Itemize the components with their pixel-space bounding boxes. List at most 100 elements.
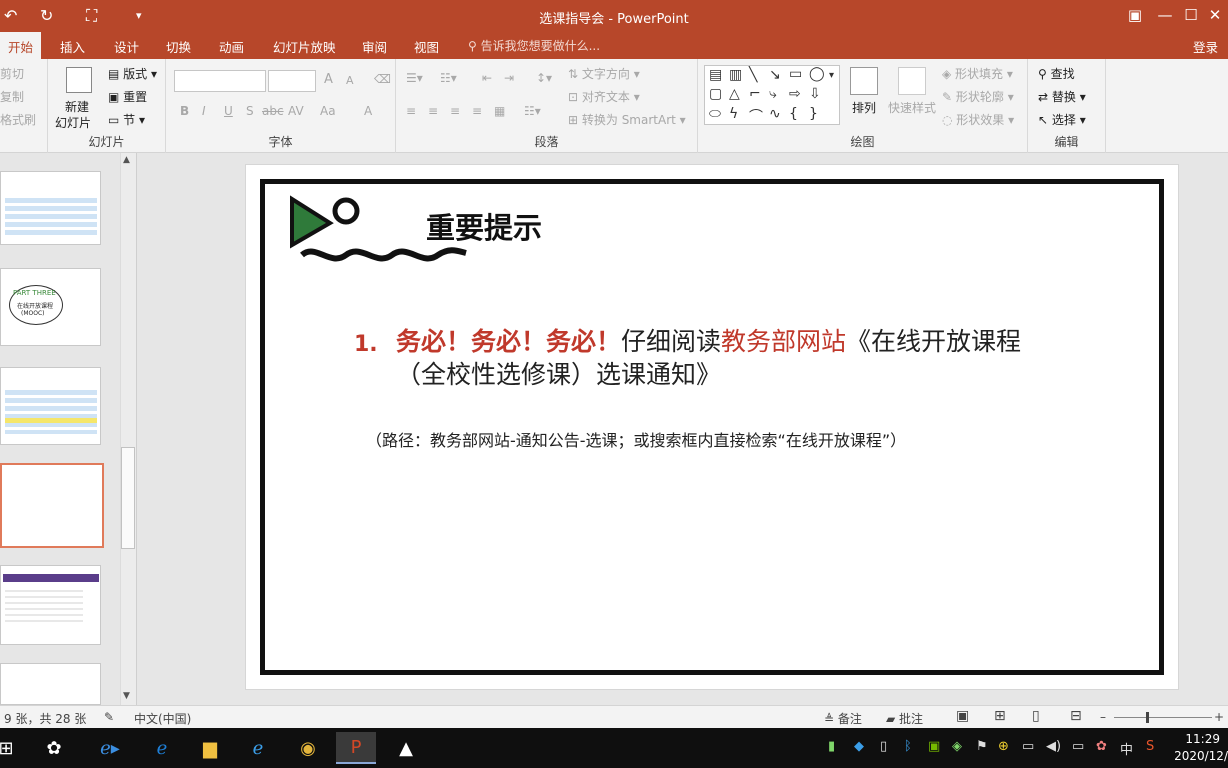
tab-review[interactable]: 审阅 bbox=[362, 37, 387, 56]
gallery-more-icon[interactable]: ▾ bbox=[829, 70, 834, 81]
numbering-icon[interactable]: ☷▾ bbox=[440, 71, 457, 85]
bullets-icon[interactable]: ☰▾ bbox=[406, 71, 423, 85]
quick-styles-icon[interactable] bbox=[898, 67, 926, 95]
section-button[interactable]: ▭ 节 ▾ bbox=[108, 111, 145, 128]
bluetooth-icon[interactable]: ᛒ bbox=[904, 739, 912, 754]
new-slide-icon[interactable] bbox=[66, 67, 92, 93]
plus-tray-icon[interactable]: ⊕ bbox=[998, 739, 1009, 754]
scroll-up-icon[interactable]: ▲ bbox=[123, 155, 130, 165]
shape-fill-button[interactable]: ◈ 形状填充 ▾ bbox=[942, 65, 1013, 82]
strikethrough-button[interactable]: abc bbox=[262, 104, 284, 118]
slide-thumbnail[interactable] bbox=[0, 565, 101, 645]
textbox-shape-icon[interactable]: ▤ bbox=[709, 67, 722, 83]
tab-animations[interactable]: 动画 bbox=[219, 37, 244, 56]
tab-transitions[interactable]: 切换 bbox=[166, 37, 191, 56]
change-case-button[interactable]: Aa bbox=[320, 104, 336, 118]
grow-font-button[interactable]: A bbox=[324, 72, 333, 87]
increase-indent-icon[interactable]: ⇥ bbox=[504, 71, 514, 85]
format-painter-button[interactable]: 格式刷 bbox=[0, 111, 36, 128]
right-arrow-shape-icon[interactable]: ⇨ bbox=[789, 86, 801, 102]
vertical-textbox-shape-icon[interactable]: ▥ bbox=[729, 67, 742, 83]
lightning-shape-icon[interactable]: ϟ bbox=[729, 106, 738, 122]
new-slide-label[interactable]: 新建 bbox=[65, 98, 89, 115]
curve-shape-icon[interactable]: ∿ bbox=[769, 106, 781, 122]
slide-thumbnail[interactable] bbox=[0, 171, 101, 245]
shield-tray-icon[interactable]: ◈ bbox=[952, 739, 962, 754]
flag-tray-icon[interactable]: ⚑ bbox=[976, 739, 988, 754]
convert-smartart-button[interactable]: ⊞ 转换为 SmartArt ▾ bbox=[568, 111, 686, 128]
battery-tray-icon[interactable]: ▮ bbox=[828, 739, 835, 754]
rectangle-shape-icon[interactable]: ▭ bbox=[789, 66, 802, 82]
thumbnail-scrollbar[interactable] bbox=[120, 153, 136, 705]
left-brace-icon[interactable]: { bbox=[789, 106, 798, 122]
normal-view-icon[interactable]: ▣ bbox=[956, 708, 969, 724]
oval-shape-icon[interactable]: ◯ bbox=[809, 66, 825, 82]
file-explorer-icon[interactable]: ▆ bbox=[190, 732, 230, 764]
distributed-icon[interactable]: ▦ bbox=[494, 104, 505, 118]
align-text-button[interactable]: ⊡ 对齐文本 ▾ bbox=[568, 88, 640, 105]
elbow-arrow-icon[interactable]: ⤷ bbox=[769, 86, 777, 102]
find-button[interactable]: ⚲ 查找 bbox=[1038, 65, 1075, 82]
align-left-icon[interactable]: ≡ bbox=[406, 104, 416, 118]
powerpoint-taskbar-icon[interactable]: P bbox=[336, 732, 376, 764]
slideshow-view-icon[interactable]: ⊟ bbox=[1070, 708, 1082, 724]
app-tray-icon[interactable]: ✿ bbox=[1096, 739, 1107, 754]
close-button[interactable]: ✕ bbox=[1200, 6, 1228, 24]
language-indicator[interactable]: 中文(中国) bbox=[134, 710, 191, 727]
chrome-icon[interactable]: ◉ bbox=[288, 732, 328, 764]
slide-sorter-icon[interactable]: ⊞ bbox=[994, 708, 1006, 724]
slide-heading[interactable]: 重要提示 bbox=[426, 205, 542, 247]
pinwheel-app-icon[interactable]: ✿ bbox=[34, 732, 74, 764]
arrange-icon[interactable] bbox=[850, 67, 878, 95]
list-item-number[interactable]: 1. bbox=[354, 332, 378, 357]
tell-me-box[interactable]: ⚲ 告诉我您想要做什么... bbox=[468, 37, 600, 54]
internet-explorer-icon[interactable]: ℯ bbox=[238, 732, 278, 764]
clock-time[interactable]: 11:29 bbox=[1185, 732, 1220, 746]
layout-button[interactable]: ▤ 版式 ▾ bbox=[108, 65, 157, 82]
slide-thumbnail[interactable]: PART THREE 在线开放课程 (MOOC) bbox=[0, 268, 101, 346]
char-spacing-button[interactable]: AV bbox=[288, 104, 304, 118]
new-slide-label-2[interactable]: 幻灯片 bbox=[55, 114, 91, 131]
flowchart-shape-icon[interactable]: ⬭ bbox=[709, 106, 721, 122]
shapes-gallery[interactable]: ▤ ▥ ╲ ↘ ▭ ◯ ▢ △ ⌐ ⤷ ⇨ ⇩ ⬭ ϟ ⌒ ∿ { } ▾ bbox=[704, 65, 840, 125]
copy-button[interactable]: 复制 bbox=[0, 88, 24, 105]
arrange-button[interactable]: 排列 bbox=[852, 99, 876, 116]
reset-button[interactable]: ▣ 重置 bbox=[108, 88, 147, 105]
usb-tray-icon[interactable]: ▯ bbox=[880, 739, 887, 754]
down-arrow-shape-icon[interactable]: ⇩ bbox=[809, 86, 821, 102]
line-spacing-icon[interactable]: ↕▾ bbox=[536, 71, 552, 85]
shape-effects-button[interactable]: ◌ 形状效果 ▾ bbox=[942, 111, 1014, 128]
slide-canvas[interactable]: 重要提示 1. 务必！务必！务必！仔细阅读教务部网站《在线开放课程（全校性选修课… bbox=[245, 164, 1179, 690]
quick-styles-button[interactable]: 快速样式 bbox=[888, 99, 936, 116]
elbow-connector-icon[interactable]: ⌐ bbox=[749, 86, 761, 102]
scroll-down-icon[interactable]: ▼ bbox=[123, 691, 130, 701]
decrease-indent-icon[interactable]: ⇤ bbox=[482, 71, 492, 85]
sogou-ime-icon[interactable]: S bbox=[1146, 739, 1154, 754]
spell-check-icon[interactable]: ✎ bbox=[104, 710, 114, 724]
tab-slideshow[interactable]: 幻灯片放映 bbox=[273, 37, 336, 56]
tab-design[interactable]: 设计 bbox=[114, 37, 139, 56]
italic-button[interactable]: I bbox=[202, 104, 206, 118]
photos-app-icon[interactable]: ▲ bbox=[386, 732, 426, 764]
clock-date[interactable]: 2020/12/ bbox=[1174, 749, 1228, 763]
tab-home[interactable]: 开始 bbox=[0, 32, 42, 59]
rounded-rect-shape-icon[interactable]: ▢ bbox=[709, 86, 722, 102]
font-size-combo[interactable] bbox=[268, 70, 316, 92]
ie-browser-icon[interactable]: ℯ▸ bbox=[90, 732, 130, 764]
arrow-line-shape-icon[interactable]: ↘ bbox=[769, 67, 781, 83]
cut-button[interactable]: 剪切 bbox=[0, 65, 24, 82]
path-note-text[interactable]: （路径：教务部网站-通知公告-选课；或搜索框内直接检索“在线开放课程”） bbox=[366, 427, 906, 451]
slide-thumbnail-selected[interactable] bbox=[0, 463, 104, 548]
shape-outline-button[interactable]: ✎ 形状轮廓 ▾ bbox=[942, 88, 1014, 105]
font-name-combo[interactable] bbox=[174, 70, 266, 92]
ime-indicator[interactable]: 中 bbox=[1120, 739, 1133, 758]
tab-insert[interactable]: 插入 bbox=[60, 37, 85, 56]
slide-thumbnail[interactable] bbox=[0, 367, 101, 445]
shadow-button[interactable]: S bbox=[246, 104, 254, 118]
tab-view[interactable]: 视图 bbox=[414, 37, 439, 56]
nvidia-tray-icon[interactable]: ▣ bbox=[928, 739, 940, 754]
line-shape-icon[interactable]: ╲ bbox=[749, 67, 757, 83]
slide-thumbnail[interactable] bbox=[0, 663, 101, 705]
bold-button[interactable]: B bbox=[180, 104, 189, 118]
select-button[interactable]: ↖ 选择 ▾ bbox=[1038, 111, 1086, 128]
